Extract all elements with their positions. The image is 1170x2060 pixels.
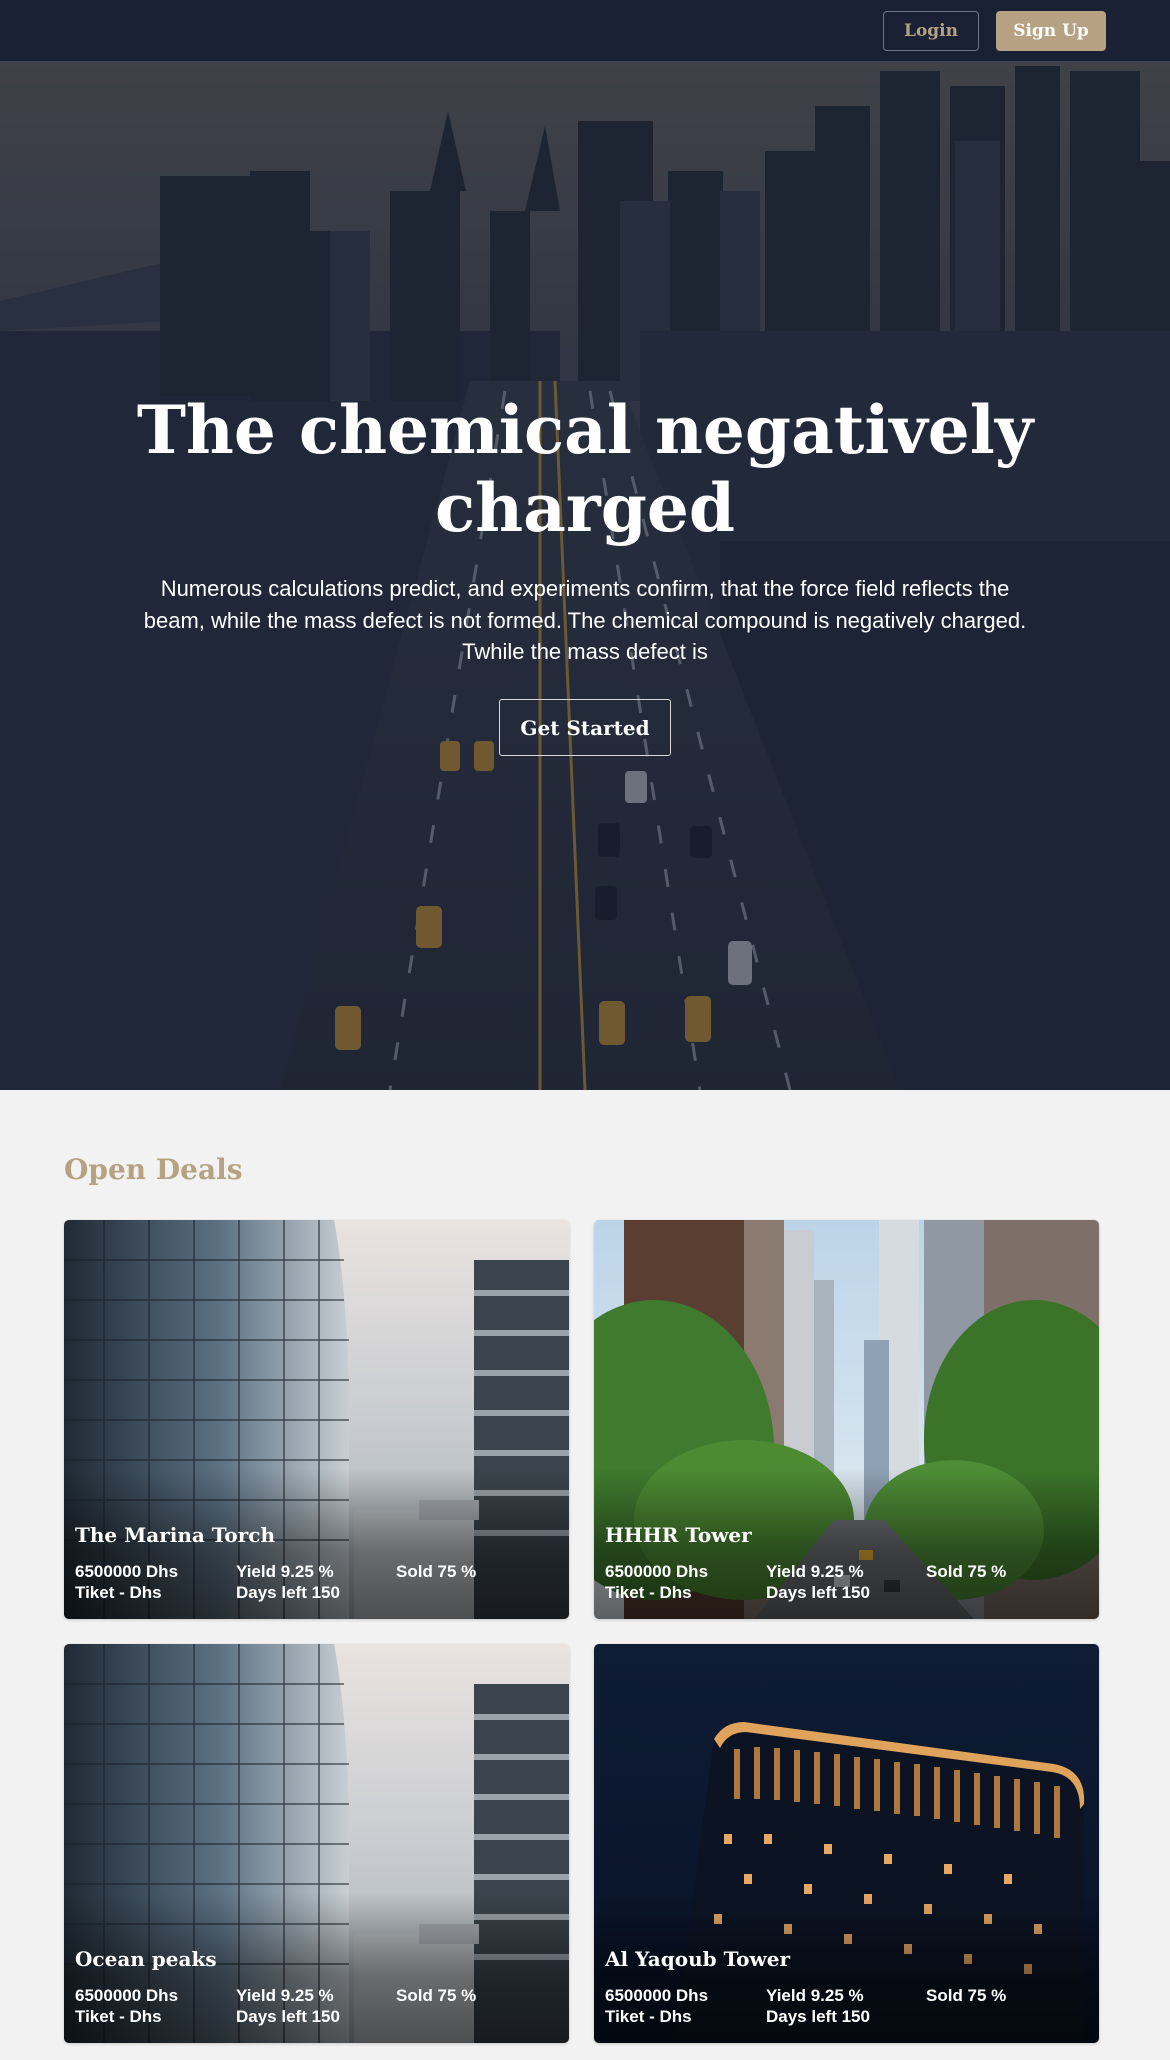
deal-card[interactable]: Ocean peaks 6500000 Dhs Tiket - Dhs Yiel… <box>64 1644 569 2043</box>
deal-title: The Marina Torch <box>75 1523 275 1547</box>
deal-ticket: Tiket - Dhs <box>75 2007 162 2026</box>
deal-days-left: Days left 150 <box>766 2007 870 2026</box>
deal-price: 6500000 Dhs <box>75 1562 179 1581</box>
deal-sold: Sold 75 % <box>926 1562 1007 1581</box>
deal-sold: Sold 75 % <box>926 1986 1007 2005</box>
deal-price: 6500000 Dhs <box>75 1986 179 2005</box>
deal-title: HHHR Tower <box>605 1523 752 1547</box>
deal-card[interactable]: Al Yaqoub Tower 6500000 Dhs Tiket - Dhs … <box>594 1644 1099 2043</box>
deal-sold: Sold 75 % <box>396 1562 477 1581</box>
deal-days-left: Days left 150 <box>766 1583 870 1602</box>
deal-ticket: Tiket - Dhs <box>75 1583 162 1602</box>
deal-price: 6500000 Dhs <box>605 1562 709 1581</box>
signup-button[interactable]: Sign Up <box>996 11 1106 51</box>
deal-yield: Yield 9.25 % <box>766 1562 864 1581</box>
top-navbar: Login Sign Up <box>0 0 1170 61</box>
deal-card[interactable]: The Marina Torch 6500000 Dhs Tiket - Dhs… <box>64 1220 569 1619</box>
deal-ticket: Tiket - Dhs <box>605 1583 692 1602</box>
deal-title: Ocean peaks <box>75 1947 217 1971</box>
deal-price: 6500000 Dhs <box>605 1986 709 2005</box>
hero-title: The chemical negatively charged <box>136 391 1034 547</box>
deal-ticket: Tiket - Dhs <box>605 2007 692 2026</box>
get-started-button[interactable]: Get Started <box>499 699 671 756</box>
deal-yield: Yield 9.25 % <box>236 1986 334 2005</box>
deal-title: Al Yaqoub Tower <box>605 1947 790 1971</box>
hero-description: Numerous calculations predict, and exper… <box>143 576 1027 664</box>
open-deals-heading: Open Deals <box>64 1153 243 1186</box>
deal-sold: Sold 75 % <box>396 1986 477 2005</box>
deal-yield: Yield 9.25 % <box>766 1986 864 2005</box>
deal-days-left: Days left 150 <box>236 2007 340 2026</box>
login-button[interactable]: Login <box>883 11 979 51</box>
deal-card[interactable]: HHHR Tower 6500000 Dhs Tiket - Dhs Yield… <box>594 1220 1099 1619</box>
deal-yield: Yield 9.25 % <box>236 1562 334 1581</box>
hero-section: The chemical negatively charged Numerous… <box>0 61 1170 1090</box>
deal-days-left: Days left 150 <box>236 1583 340 1602</box>
